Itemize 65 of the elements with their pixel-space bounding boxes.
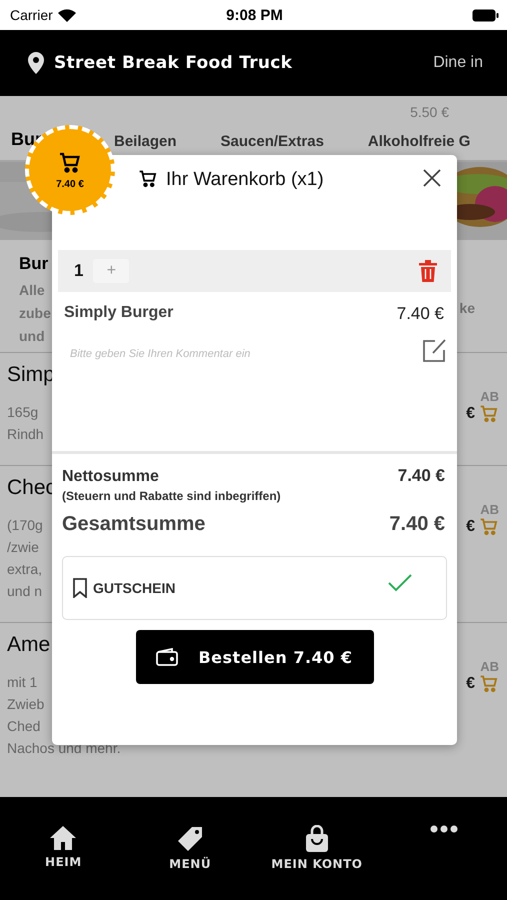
nav-tab[interactable]: MEIN KONTO [254, 825, 380, 871]
price-prefix: AB [480, 389, 499, 404]
product-description: (170g [7, 516, 43, 535]
category-tab[interactable]: Saucen/Extras [220, 133, 324, 150]
status-time: 9:08 PM [225, 6, 284, 24]
item-price: 7.40 € [396, 304, 444, 324]
cart-icon [138, 169, 158, 189]
grand-total-value: 7.40 € [389, 513, 445, 536]
category-description: und [19, 327, 45, 346]
dine-mode-label[interactable]: Dine in [433, 54, 483, 72]
product-description: Rindh [7, 425, 44, 444]
product-description: mit 1 [7, 673, 38, 692]
close-button[interactable] [423, 169, 441, 187]
price-label: 5.50 € [410, 104, 449, 120]
category-description: Alle [19, 281, 45, 300]
product-description: Zwieb [7, 695, 44, 714]
net-total-value: 7.40 € [398, 466, 445, 486]
tag-icon [176, 825, 204, 853]
category-tab[interactable]: Beilagen [114, 133, 177, 150]
add-to-cart-icon [479, 517, 499, 537]
quantity-value: 1 [74, 261, 84, 281]
product-description: 165g [7, 403, 38, 422]
product-description: Nachos und mehr. [7, 739, 121, 758]
trash-icon [419, 260, 437, 282]
price-prefix: AB [480, 659, 499, 674]
location-pin-icon [28, 52, 44, 74]
product-description: und n [7, 582, 42, 601]
product-description: /zwie [7, 538, 39, 557]
product-price: € [466, 405, 475, 423]
product-name: Ame [7, 633, 50, 657]
cart-icon [58, 150, 82, 174]
wallet-icon [156, 648, 178, 666]
product-price: € [466, 518, 475, 536]
close-icon [423, 169, 441, 187]
home-icon [49, 825, 78, 851]
cart-total: 7.40 € [56, 178, 84, 190]
category-description: ke [459, 300, 475, 316]
wifi-icon [58, 8, 76, 22]
edit-icon[interactable] [421, 338, 447, 364]
net-total-label: Nettosumme [62, 468, 159, 486]
category-title: Bur [19, 254, 48, 274]
voucher-button[interactable]: GUTSCHEIN [62, 556, 447, 620]
comment-field[interactable]: Bitte geben Sie Ihren Kommentar ein [70, 338, 421, 360]
product-price: € [466, 675, 475, 693]
product-description: extra, [7, 560, 42, 579]
restaurant-title: Street Break Food Truck [54, 53, 294, 73]
bookmark-icon [73, 578, 87, 598]
item-name: Simply Burger [64, 304, 174, 323]
tax-note: (Steuern und Rabatte sind inbegriffen) [62, 489, 282, 503]
dialog-title: Ihr Warenkorb (x1) [166, 169, 325, 191]
category-tab[interactable]: Alkoholfreie G [368, 133, 470, 150]
battery-icon [472, 8, 499, 22]
product-description: Ched [7, 717, 40, 736]
grand-total-label: Gesamtsumme [62, 513, 206, 536]
carrier-label: Carrier [10, 7, 53, 23]
more-icon [430, 825, 458, 833]
category-description: zube [19, 304, 51, 323]
shopping-bag-icon [304, 825, 330, 853]
nav-tab[interactable]: MENÜ [126, 825, 254, 871]
add-to-cart-icon [479, 404, 499, 424]
order-button[interactable]: Bestellen 7.40 € [136, 630, 374, 684]
add-to-cart-icon [479, 674, 499, 694]
delete-button[interactable] [419, 260, 437, 282]
price-prefix: AB [480, 502, 499, 517]
nav-tab[interactable]: HEIM [0, 825, 127, 869]
